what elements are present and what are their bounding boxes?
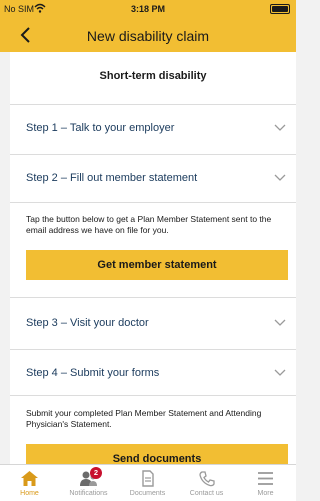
step-2-label: Step 2 – Fill out member statement (26, 172, 198, 184)
divider (10, 202, 296, 203)
status-time: 3:18 PM (130, 4, 165, 14)
step-4-description: Submit your completed Plan Member Statem… (26, 408, 262, 429)
tab-contact-us[interactable]: Contact us (177, 465, 236, 501)
phone-icon (199, 471, 215, 487)
tab-notifications-label: Notifications (69, 490, 108, 497)
tab-more[interactable]: More (236, 465, 295, 501)
divider (10, 395, 296, 396)
step-2-accordion[interactable]: Step 2 – Fill out member statement (10, 157, 296, 201)
tab-notifications[interactable]: 2 Notifications (59, 465, 118, 501)
step-1-accordion[interactable]: Step 1 – Talk to your employer (10, 107, 296, 151)
chevron-down-icon (274, 174, 286, 181)
home-icon (21, 471, 38, 486)
tab-documents[interactable]: Documents (118, 465, 177, 501)
divider (10, 154, 296, 155)
tab-contact-us-label: Contact us (189, 490, 224, 497)
notification-badge: 2 (90, 467, 102, 479)
page-title: New disability claim (86, 28, 210, 44)
bottom-tab-bar: Home 2 Notifications Documents Contact u… (0, 464, 296, 501)
send-documents-button[interactable]: Send documents (26, 444, 288, 464)
battery-icon (270, 4, 290, 14)
menu-icon (258, 472, 273, 485)
chevron-down-icon (274, 319, 286, 326)
tab-home-label: Home (20, 490, 39, 497)
divider (10, 297, 296, 298)
tab-documents-label: Documents (129, 490, 166, 497)
claim-content: Short-term disability Step 1 – Talk to y… (10, 52, 296, 464)
chevron-down-icon (274, 124, 286, 131)
chevron-down-icon (274, 369, 286, 376)
divider (10, 349, 296, 350)
tab-home[interactable]: Home (0, 465, 59, 501)
divider (10, 104, 296, 105)
app-header: No SIM 3:18 PM New disability claim (0, 0, 296, 52)
step-4-label: Step 4 – Submit your forms (26, 367, 160, 379)
step-1-label: Step 1 – Talk to your employer (26, 122, 175, 134)
step-2-description: Tap the button below to get a Plan Membe… (26, 214, 272, 235)
step-4-accordion[interactable]: Step 4 – Submit your forms (10, 352, 296, 396)
step-3-accordion[interactable]: Step 3 – Visit your doctor (10, 302, 296, 346)
status-bar: No SIM 3:18 PM (0, 0, 296, 20)
step-3-label: Step 3 – Visit your doctor (26, 317, 149, 329)
get-member-statement-button[interactable]: Get member statement (26, 250, 288, 280)
section-title: Short-term disability (99, 70, 207, 82)
documents-icon (142, 470, 154, 487)
tab-more-label: More (257, 490, 274, 497)
